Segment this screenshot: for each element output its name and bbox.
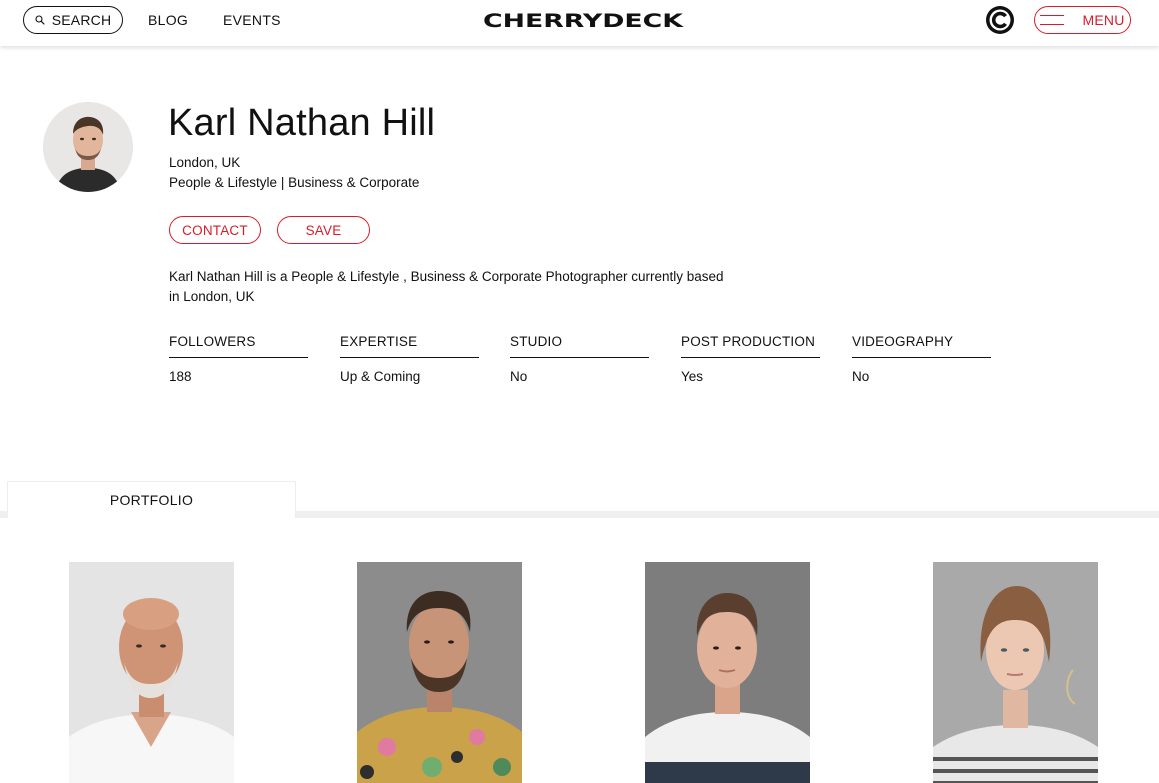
nav-events-link[interactable]: EVENTS (223, 12, 281, 28)
contact-button[interactable]: CONTACT (169, 216, 261, 244)
stat-label: EXPERTISE (340, 333, 479, 358)
nav-blog-link[interactable]: BLOG (148, 12, 188, 28)
menu-button[interactable]: MENU (1034, 6, 1131, 34)
stat-label: VIDEOGRAPHY (852, 333, 991, 358)
menu-label: MENU (1082, 12, 1125, 28)
stat-label: STUDIO (510, 333, 649, 358)
stat-value: 188 (169, 369, 192, 384)
stat-videography: VIDEOGRAPHY No (852, 333, 991, 386)
hamburger-icon (1040, 15, 1065, 25)
site-header: SEARCH BLOG EVENTS CHERRYDECK MENU (0, 0, 1159, 46)
portfolio-photo[interactable] (645, 562, 810, 783)
search-label: SEARCH (51, 12, 112, 28)
stat-followers: FOLLOWERS 188 (169, 333, 308, 386)
search-icon (35, 15, 45, 25)
stat-studio: STUDIO No (510, 333, 649, 386)
c-logo-icon[interactable] (985, 5, 1015, 35)
profile-categories: People & Lifestyle | Business & Corporat… (169, 175, 420, 190)
search-button[interactable]: SEARCH (23, 6, 123, 34)
stat-value: Yes (681, 369, 704, 384)
avatar (43, 102, 133, 192)
stat-value: Up & Coming (340, 369, 421, 384)
portfolio-photo[interactable] (69, 562, 234, 783)
stat-label: FOLLOWERS (169, 333, 308, 358)
stat-value: No (852, 369, 870, 384)
profile-name: Karl Nathan Hill (168, 102, 436, 144)
stat-value: No (510, 369, 528, 384)
profile-location: London, UK (169, 155, 241, 170)
cherrydeck-logo[interactable]: CHERRYDECK (482, 9, 684, 31)
portfolio-photo[interactable] (357, 562, 522, 783)
portfolio-photo[interactable] (933, 562, 1098, 783)
stat-post-production: POST PRODUCTION Yes (681, 333, 820, 386)
save-button[interactable]: SAVE (277, 216, 370, 244)
profile-bio: Karl Nathan Hill is a People & Lifestyle… (169, 269, 724, 304)
tab-portfolio[interactable]: PORTFOLIO (7, 481, 296, 518)
logo-text: CHERRYDECK (483, 10, 684, 31)
stat-label: POST PRODUCTION (681, 333, 820, 358)
stat-expertise: EXPERTISE Up & Coming (340, 333, 479, 386)
